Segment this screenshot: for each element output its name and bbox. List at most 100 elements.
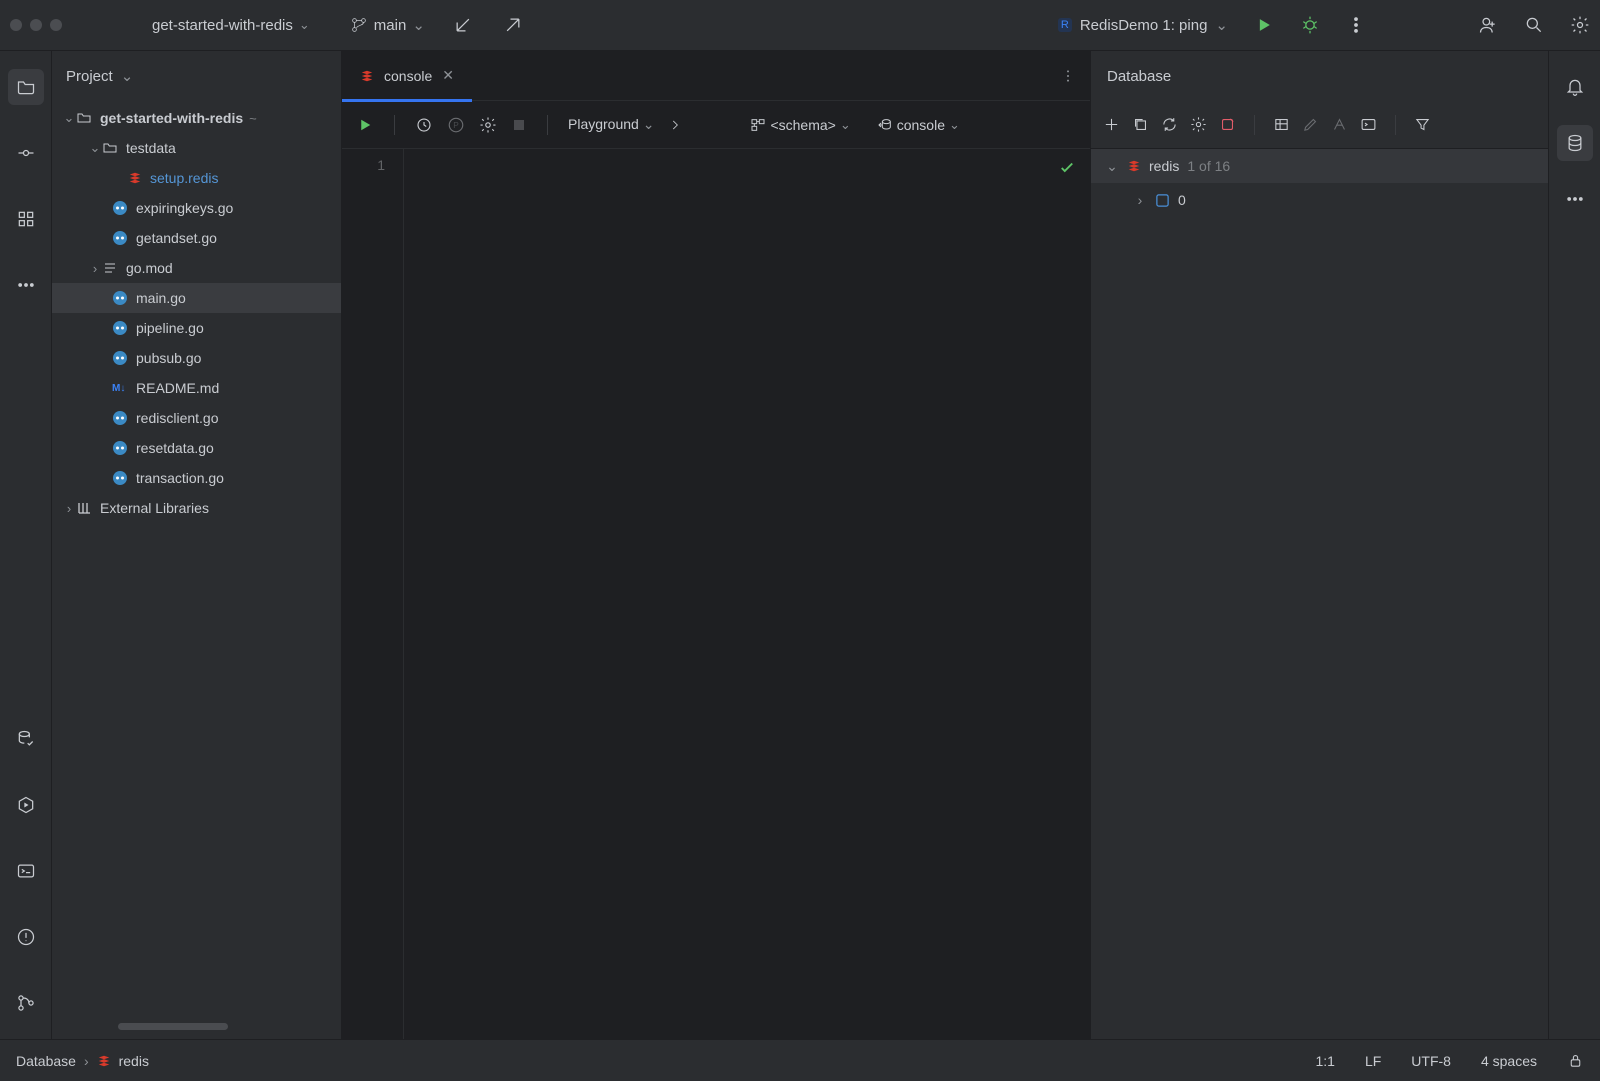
debug-icon[interactable] (1300, 15, 1320, 35)
file-name: pubsub.go (136, 350, 201, 366)
services-tool-button[interactable] (8, 787, 44, 823)
filter-icon[interactable] (1414, 116, 1431, 133)
line-separator[interactable]: LF (1365, 1053, 1381, 1069)
tree-file-gomod[interactable]: › go.mod (52, 253, 341, 283)
terminal-tool-button[interactable] (8, 853, 44, 889)
properties-icon[interactable] (1190, 116, 1207, 133)
commit-icon (16, 143, 36, 163)
execute-icon[interactable] (356, 116, 374, 134)
titlebar: get-started-with-redis ⌄ main ⌄ R RedisD… (0, 0, 1600, 51)
project-selector[interactable]: get-started-with-redis (152, 17, 293, 34)
explain-plan-icon[interactable]: P (447, 116, 465, 134)
right-tool-stripe (1548, 51, 1600, 1039)
db-child-name: 0 (1178, 192, 1186, 208)
tree-file-main[interactable]: main.go (52, 283, 341, 313)
run-icon[interactable] (1254, 15, 1274, 35)
breadcrumb[interactable]: Database › redis (16, 1053, 149, 1069)
file-name: getandset.go (136, 230, 217, 246)
tree-file-setup[interactable]: setup.redis (52, 163, 341, 193)
chevron-right-icon: › (1133, 192, 1147, 208)
code-with-me-icon[interactable] (1478, 15, 1498, 35)
stop-icon[interactable] (511, 117, 527, 133)
go-file-icon (112, 440, 128, 456)
database-tool-button[interactable] (1557, 125, 1593, 161)
close-icon[interactable]: ✕ (442, 67, 454, 84)
more-tool-button[interactable] (8, 267, 44, 303)
root-name: get-started-with-redis (100, 110, 243, 126)
project-tool-button[interactable] (8, 69, 44, 105)
tree-file[interactable]: resetdata.go (52, 433, 341, 463)
chevron-down-icon: ⌄ (412, 16, 425, 34)
run-configuration[interactable]: R RedisDemo 1: ping ⌄ (1058, 16, 1228, 34)
session-selector[interactable]: console ⌄ (877, 117, 960, 133)
file-name: transaction.go (136, 470, 224, 486)
readonly-lock-icon[interactable] (1567, 1052, 1584, 1069)
gutter: 1 (342, 149, 404, 1039)
problems-tool-button[interactable] (8, 919, 44, 955)
history-icon[interactable] (415, 116, 433, 134)
tree-file[interactable]: pipeline.go (52, 313, 341, 343)
structure-tool-button[interactable] (8, 201, 44, 237)
file-encoding[interactable]: UTF-8 (1411, 1053, 1451, 1069)
run-config-label: RedisDemo 1: ping (1080, 17, 1208, 34)
file-name: go.mod (126, 260, 173, 276)
vcs-tool-button[interactable] (8, 985, 44, 1021)
branch-icon (350, 16, 368, 34)
database-title: Database (1107, 68, 1171, 85)
markdown-file-icon: M↓ (112, 380, 128, 396)
tree-file-readme[interactable]: M↓ README.md (52, 373, 341, 403)
chevron-down-icon: ⌄ (299, 17, 310, 33)
tree-file[interactable]: getandset.go (52, 223, 341, 253)
commit-tool-button[interactable] (8, 135, 44, 171)
tree-external[interactable]: › External Libraries (52, 493, 341, 523)
add-icon[interactable] (1103, 116, 1120, 133)
tab-console[interactable]: console ✕ (342, 51, 472, 101)
file-name: expiringkeys.go (136, 200, 233, 216)
console-icon[interactable] (1360, 116, 1377, 133)
datasource-name: redis (1149, 158, 1179, 174)
gear-icon[interactable] (1570, 15, 1590, 35)
table-icon[interactable] (1273, 116, 1290, 133)
tree-root[interactable]: ⌄ get-started-with-redis ~ (52, 103, 341, 133)
disconnect-icon[interactable] (1219, 116, 1236, 133)
incoming-icon[interactable] (453, 15, 473, 35)
search-icon[interactable] (1524, 15, 1544, 35)
more-horizontal-icon (1565, 189, 1585, 209)
more-right-button[interactable] (1557, 181, 1593, 217)
schema-selector[interactable]: <schema> ⌄ (750, 117, 850, 133)
horizontal-scrollbar[interactable] (118, 1023, 331, 1033)
caret-position[interactable]: 1:1 (1315, 1053, 1334, 1069)
chevron-right-icon[interactable] (668, 118, 682, 132)
more-vertical-icon[interactable] (1060, 68, 1076, 84)
chevron-right-icon: › (62, 501, 76, 516)
outgoing-icon[interactable] (503, 15, 523, 35)
db-check-tool-button[interactable] (8, 721, 44, 757)
min-dot[interactable] (30, 19, 42, 31)
refresh-icon[interactable] (1161, 116, 1178, 133)
editor-body[interactable]: 1 (342, 149, 1090, 1039)
project-tree[interactable]: ⌄ get-started-with-redis ~ ⌄ testdata se… (52, 101, 341, 1017)
inspection-checkmark-icon[interactable] (1058, 159, 1076, 177)
playground-selector[interactable]: Playground ⌄ (568, 116, 654, 133)
datasource-row[interactable]: ⌄ redis 1 of 16 (1091, 149, 1548, 183)
max-dot[interactable] (50, 19, 62, 31)
tree-file[interactable]: pubsub.go (52, 343, 341, 373)
duplicate-icon[interactable] (1132, 116, 1149, 133)
edit-icon[interactable] (1302, 116, 1319, 133)
tree-file[interactable]: redisclient.go (52, 403, 341, 433)
session-label: console (897, 117, 945, 133)
jump-icon[interactable] (1331, 116, 1348, 133)
tab-label: console (384, 68, 432, 84)
db-child-row[interactable]: › 0 (1091, 183, 1548, 217)
close-dot[interactable] (10, 19, 22, 31)
project-pane-header[interactable]: Project ⌄ (52, 51, 341, 101)
indent-setting[interactable]: 4 spaces (1481, 1053, 1537, 1069)
vcs-branch[interactable]: main ⌄ (350, 16, 425, 34)
tree-file[interactable]: expiringkeys.go (52, 193, 341, 223)
settings-icon[interactable] (479, 116, 497, 134)
folder-icon (16, 77, 36, 97)
notifications-button[interactable] (1557, 69, 1593, 105)
more-vertical-icon[interactable] (1346, 15, 1366, 35)
tree-folder[interactable]: ⌄ testdata (52, 133, 341, 163)
tree-file[interactable]: transaction.go (52, 463, 341, 493)
